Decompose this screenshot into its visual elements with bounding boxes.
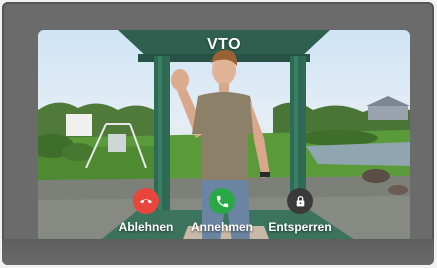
call-action-bar: Ablehnen Annehmen Entsperren <box>38 188 410 238</box>
unlock-circle[interactable] <box>287 188 313 214</box>
page-title: VTO <box>206 36 242 53</box>
intercom-device: VTO Ablehnen Annehmen Entsperren <box>2 2 434 265</box>
phone-icon <box>216 195 228 207</box>
video-screen: VTO Ablehnen Annehmen Entsperren <box>38 30 410 242</box>
accept-circle[interactable] <box>209 188 235 214</box>
decline-circle[interactable] <box>133 188 159 214</box>
lock-icon <box>296 195 304 206</box>
unlock-button[interactable]: Entsperren <box>254 188 346 234</box>
unlock-label: Entsperren <box>268 220 332 234</box>
hang-up-icon <box>140 199 152 204</box>
